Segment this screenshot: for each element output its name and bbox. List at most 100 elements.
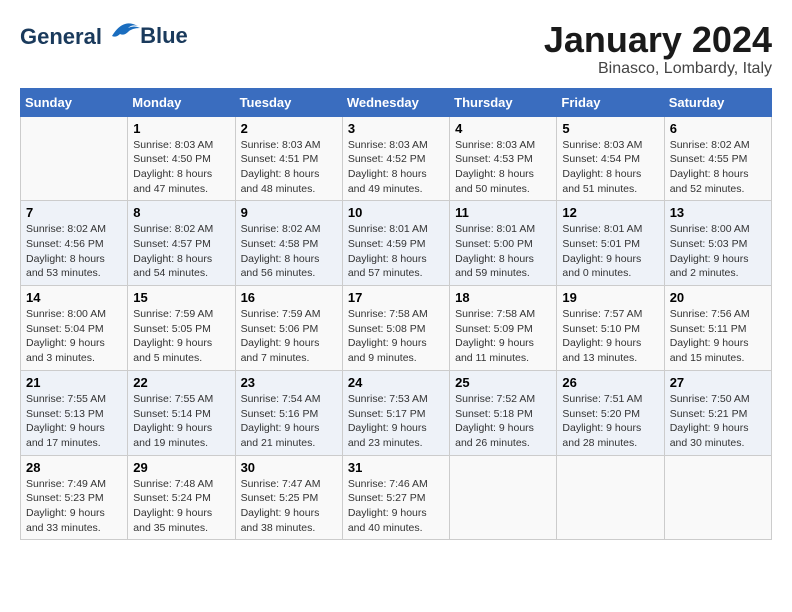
day-number: 24 [348, 375, 444, 390]
day-number: 19 [562, 290, 658, 305]
calendar-cell: 20 Sunrise: 7:56 AMSunset: 5:11 PMDayligh… [664, 286, 771, 371]
day-info: Sunrise: 7:56 AMSunset: 5:11 PMDaylight:… [670, 307, 766, 366]
calendar-cell: 6 Sunrise: 8:02 AMSunset: 4:55 PMDaylight… [664, 116, 771, 201]
day-info: Sunrise: 8:00 AMSunset: 5:03 PMDaylight:… [670, 222, 766, 281]
day-info: Sunrise: 8:02 AMSunset: 4:58 PMDaylight:… [241, 222, 337, 281]
day-info: Sunrise: 8:02 AMSunset: 4:57 PMDaylight:… [133, 222, 229, 281]
day-info: Sunrise: 7:50 AMSunset: 5:21 PMDaylight:… [670, 392, 766, 451]
day-info: Sunrise: 8:01 AMSunset: 5:01 PMDaylight:… [562, 222, 658, 281]
day-info: Sunrise: 7:57 AMSunset: 5:10 PMDaylight:… [562, 307, 658, 366]
col-sunday: Sunday [21, 88, 128, 116]
calendar-cell: 14 Sunrise: 8:00 AMSunset: 5:04 PMDayligh… [21, 286, 128, 371]
day-number: 22 [133, 375, 229, 390]
col-saturday: Saturday [664, 88, 771, 116]
calendar-cell: 26 Sunrise: 7:51 AMSunset: 5:20 PMDayligh… [557, 370, 664, 455]
calendar-cell: 15Sunrise: 7:59 AMSunset: 5:05 PMDayligh… [128, 286, 235, 371]
day-info: Sunrise: 8:02 AMSunset: 4:56 PMDaylight:… [26, 222, 122, 281]
day-info: Sunrise: 8:02 AMSunset: 4:55 PMDaylight:… [670, 138, 766, 197]
calendar-cell: 21 Sunrise: 7:55 AMSunset: 5:13 PMDayligh… [21, 370, 128, 455]
calendar-cell [21, 116, 128, 201]
day-number: 5 [562, 121, 658, 136]
location: Binasco, Lombardy, Italy [544, 60, 772, 78]
day-number: 30 [241, 460, 337, 475]
day-number: 11 [455, 205, 551, 220]
day-info: Sunrise: 7:54 AMSunset: 5:16 PMDaylight:… [241, 392, 337, 451]
day-number: 1 [133, 121, 229, 136]
day-info: Sunrise: 7:48 AMSunset: 5:24 PMDaylight:… [133, 477, 229, 536]
calendar-cell [557, 455, 664, 540]
calendar-row-2: 14 Sunrise: 8:00 AMSunset: 5:04 PMDayligh… [21, 286, 772, 371]
day-info: Sunrise: 8:03 AMSunset: 4:53 PMDaylight:… [455, 138, 551, 197]
day-info: Sunrise: 7:52 AMSunset: 5:18 PMDaylight:… [455, 392, 551, 451]
col-friday: Friday [557, 88, 664, 116]
calendar-cell: 18 Sunrise: 7:58 AMSunset: 5:09 PMDayligh… [450, 286, 557, 371]
day-number: 26 [562, 375, 658, 390]
day-info: Sunrise: 7:55 AMSunset: 5:14 PMDaylight:… [133, 392, 229, 451]
col-wednesday: Wednesday [342, 88, 449, 116]
calendar-cell: 24 Sunrise: 7:53 AMSunset: 5:17 PMDayligh… [342, 370, 449, 455]
day-number: 4 [455, 121, 551, 136]
day-number: 7 [26, 205, 122, 220]
title-area: January 2024 Binasco, Lombardy, Italy [544, 20, 772, 78]
day-info: Sunrise: 8:00 AMSunset: 5:04 PMDaylight:… [26, 307, 122, 366]
calendar-cell: 30 Sunrise: 7:47 AMSunset: 5:25 PMDayligh… [235, 455, 342, 540]
day-number: 15 [133, 290, 229, 305]
calendar-cell [664, 455, 771, 540]
calendar-cell: 7 Sunrise: 8:02 AMSunset: 4:56 PMDaylight… [21, 201, 128, 286]
logo: General Blue [20, 20, 188, 49]
calendar-row-4: 28 Sunrise: 7:49 AMSunset: 5:23 PMDayligh… [21, 455, 772, 540]
day-info: Sunrise: 8:01 AMSunset: 4:59 PMDaylight:… [348, 222, 444, 281]
day-number: 13 [670, 205, 766, 220]
day-info: Sunrise: 7:53 AMSunset: 5:17 PMDaylight:… [348, 392, 444, 451]
day-number: 29 [133, 460, 229, 475]
day-info: Sunrise: 7:49 AMSunset: 5:23 PMDaylight:… [26, 477, 122, 536]
day-info: Sunrise: 7:51 AMSunset: 5:20 PMDaylight:… [562, 392, 658, 451]
calendar-cell: 3 Sunrise: 8:03 AMSunset: 4:52 PMDaylight… [342, 116, 449, 201]
day-number: 17 [348, 290, 444, 305]
calendar-cell: 16Sunrise: 7:59 AMSunset: 5:06 PMDayligh… [235, 286, 342, 371]
day-number: 20 [670, 290, 766, 305]
day-info: Sunrise: 7:59 AMSunset: 5:06 PMDaylight:… [241, 307, 337, 366]
calendar-cell: 29 Sunrise: 7:48 AMSunset: 5:24 PMDayligh… [128, 455, 235, 540]
day-number: 9 [241, 205, 337, 220]
day-info: Sunrise: 8:01 AMSunset: 5:00 PMDaylight:… [455, 222, 551, 281]
calendar-cell: 13 Sunrise: 8:00 AMSunset: 5:03 PMDayligh… [664, 201, 771, 286]
logo-line1: General [20, 24, 102, 49]
col-thursday: Thursday [450, 88, 557, 116]
day-number: 27 [670, 375, 766, 390]
calendar-cell: 17 Sunrise: 7:58 AMSunset: 5:08 PMDayligh… [342, 286, 449, 371]
calendar-cell: 10Sunrise: 8:01 AMSunset: 4:59 PMDayligh… [342, 201, 449, 286]
calendar-cell: 22 Sunrise: 7:55 AMSunset: 5:14 PMDayligh… [128, 370, 235, 455]
calendar-cell: 2 Sunrise: 8:03 AMSunset: 4:51 PMDaylight… [235, 116, 342, 201]
calendar-header-row: Sunday Monday Tuesday Wednesday Thursday… [21, 88, 772, 116]
day-number: 2 [241, 121, 337, 136]
day-number: 6 [670, 121, 766, 136]
day-info: Sunrise: 8:03 AMSunset: 4:50 PMDaylight:… [133, 138, 229, 197]
day-info: Sunrise: 8:03 AMSunset: 4:52 PMDaylight:… [348, 138, 444, 197]
day-info: Sunrise: 7:58 AMSunset: 5:08 PMDaylight:… [348, 307, 444, 366]
day-info: Sunrise: 7:55 AMSunset: 5:13 PMDaylight:… [26, 392, 122, 451]
calendar-cell: 31Sunrise: 7:46 AMSunset: 5:27 PMDayligh… [342, 455, 449, 540]
day-info: Sunrise: 7:46 AMSunset: 5:27 PMDaylight:… [348, 477, 444, 536]
calendar-row-3: 21 Sunrise: 7:55 AMSunset: 5:13 PMDayligh… [21, 370, 772, 455]
calendar-row-0: 1 Sunrise: 8:03 AMSunset: 4:50 PMDaylight… [21, 116, 772, 201]
calendar-cell: 1 Sunrise: 8:03 AMSunset: 4:50 PMDaylight… [128, 116, 235, 201]
calendar-cell: 12Sunrise: 8:01 AMSunset: 5:01 PMDayligh… [557, 201, 664, 286]
day-number: 14 [26, 290, 122, 305]
day-info: Sunrise: 8:03 AMSunset: 4:54 PMDaylight:… [562, 138, 658, 197]
day-info: Sunrise: 8:03 AMSunset: 4:51 PMDaylight:… [241, 138, 337, 197]
day-info: Sunrise: 7:58 AMSunset: 5:09 PMDaylight:… [455, 307, 551, 366]
day-info: Sunrise: 7:47 AMSunset: 5:25 PMDaylight:… [241, 477, 337, 536]
day-number: 3 [348, 121, 444, 136]
calendar-cell [450, 455, 557, 540]
day-number: 8 [133, 205, 229, 220]
calendar-cell: 9 Sunrise: 8:02 AMSunset: 4:58 PMDaylight… [235, 201, 342, 286]
calendar-cell: 8 Sunrise: 8:02 AMSunset: 4:57 PMDaylight… [128, 201, 235, 286]
logo-bird-icon [110, 16, 140, 44]
day-number: 21 [26, 375, 122, 390]
day-number: 28 [26, 460, 122, 475]
calendar-cell: 23Sunrise: 7:54 AMSunset: 5:16 PMDayligh… [235, 370, 342, 455]
day-number: 18 [455, 290, 551, 305]
calendar-cell: 25Sunrise: 7:52 AMSunset: 5:18 PMDayligh… [450, 370, 557, 455]
logo-line2: Blue [140, 23, 188, 48]
